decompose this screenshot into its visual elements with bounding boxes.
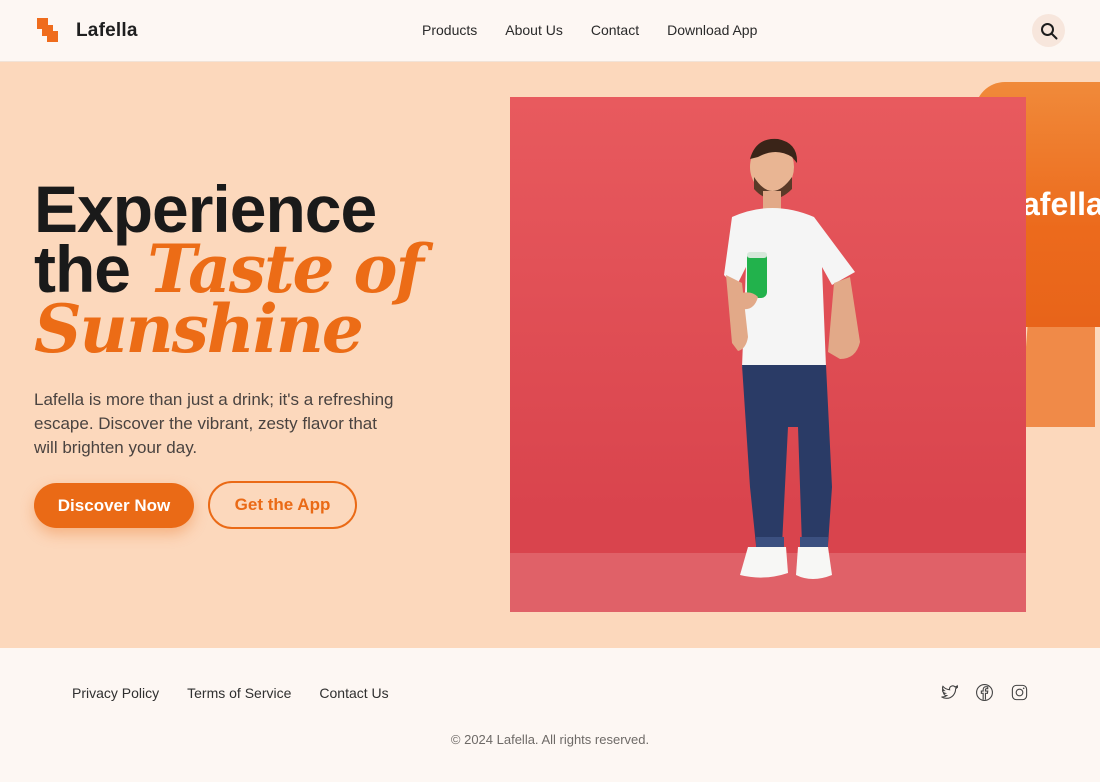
footer-link-privacy-policy[interactable]: Privacy Policy [72, 685, 159, 701]
facebook-icon[interactable] [975, 683, 994, 702]
footer-links: Privacy Policy Terms of Service Contact … [72, 685, 389, 701]
hero-photo [510, 97, 1026, 612]
main-nav: Products About Us Contact Download App [422, 22, 757, 38]
brand-name: Lafella [76, 19, 138, 41]
banner-text: afella [1022, 186, 1100, 222]
man-with-can-illustration [724, 138, 860, 579]
site-footer: Privacy Policy Terms of Service Contact … [0, 648, 1100, 782]
copyright-text: © 2024 Lafella. All rights reserved. [450, 732, 650, 747]
social-links [940, 683, 1029, 702]
site-header: Lafella Products About Us Contact Downlo… [0, 0, 1100, 62]
nav-item-contact[interactable]: Contact [591, 22, 639, 38]
footer-link-contact-us[interactable]: Contact Us [319, 685, 388, 701]
hero-description: Lafella is more than just a drink; it's … [34, 390, 394, 457]
brand-logo[interactable]: Lafella [37, 18, 138, 43]
twitter-icon[interactable] [940, 683, 959, 702]
nav-item-about-us[interactable]: About Us [505, 22, 563, 38]
search-icon [1040, 22, 1057, 39]
discover-now-button[interactable]: Discover Now [34, 483, 194, 528]
footer-link-terms-of-service[interactable]: Terms of Service [187, 685, 291, 701]
stacked-squares-logo-icon [37, 18, 59, 43]
instagram-icon[interactable] [1010, 683, 1029, 702]
hero-headline: Experience the Taste of Sunshine [34, 176, 454, 368]
search-button[interactable] [1032, 14, 1065, 47]
headline-accent-sunshine: Sunshine [34, 290, 364, 368]
decorative-banner-tail [1020, 327, 1095, 427]
nav-item-products[interactable]: Products [422, 22, 477, 38]
get-the-app-button[interactable]: Get the App [208, 481, 357, 529]
hero-section: Experience the Taste of Sunshine Lafella… [0, 62, 1100, 648]
nav-item-download-app[interactable]: Download App [667, 22, 757, 38]
